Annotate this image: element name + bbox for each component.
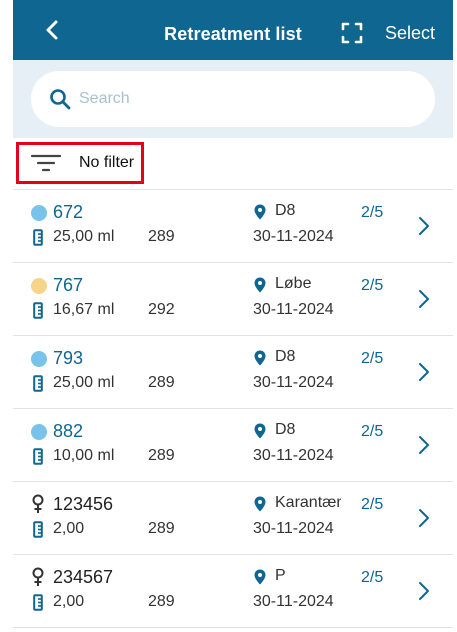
location-label: Løbe xyxy=(275,275,312,292)
filter-icon xyxy=(31,154,61,172)
treatment-code: 289 xyxy=(148,520,175,537)
animal-number: 234567 xyxy=(53,567,114,587)
treatment-date: 30-11-2024 xyxy=(253,228,334,245)
list-item[interactable]: 123456 2,00 289 Karantæne 30-11-2024 2/5 xyxy=(13,482,453,555)
location-label: Karantæne xyxy=(275,494,341,511)
syringe-icon xyxy=(33,229,43,246)
location-label: D8 xyxy=(275,348,296,365)
treatment-progress: 2/5 xyxy=(361,350,384,367)
search-box[interactable] xyxy=(31,71,435,127)
syringe-icon xyxy=(33,302,43,319)
treatment-progress: 2/5 xyxy=(361,496,384,513)
chevron-right-icon xyxy=(419,217,429,235)
dose-volume: 2,00 xyxy=(53,520,85,537)
location-pin-icon xyxy=(254,277,266,293)
syringe-icon xyxy=(33,594,43,611)
list-item[interactable]: 793 25,00 ml 289 D8 30-11-2024 2/5 xyxy=(13,336,453,409)
location-pin-icon xyxy=(254,204,266,220)
syringe-icon xyxy=(33,521,43,538)
treatment-date: 30-11-2024 xyxy=(253,374,334,391)
chevron-right-icon xyxy=(419,363,429,381)
location-pin-icon xyxy=(254,496,266,512)
syringe-icon xyxy=(33,448,43,465)
list-item[interactable]: 767 16,67 ml 292 Løbe 30-11-2024 2/5 xyxy=(13,263,453,336)
treatment-progress: 2/5 xyxy=(361,423,384,440)
animal-number: 767 xyxy=(53,275,84,295)
dose-volume: 16,67 ml xyxy=(53,301,115,318)
app-screen: Retreatment list Select No filter xyxy=(13,0,453,632)
animal-number: 672 xyxy=(53,202,84,222)
treatment-code: 289 xyxy=(148,374,175,391)
treatment-date: 30-11-2024 xyxy=(253,593,334,610)
nav-header: Retreatment list Select xyxy=(13,0,453,60)
chevron-right-icon xyxy=(419,290,429,308)
treatment-progress: 2/5 xyxy=(361,569,384,586)
status-dot xyxy=(31,424,47,440)
select-label: Select xyxy=(384,22,435,43)
female-icon xyxy=(31,494,45,514)
treatment-code: 289 xyxy=(148,228,175,245)
retreatment-list: 672 25,00 ml 289 D8 30-11-2024 2/5 767 1… xyxy=(13,190,453,628)
chevron-right-icon xyxy=(419,436,429,454)
filter-bar: No filter xyxy=(13,138,453,190)
list-item[interactable]: 882 10,00 ml 289 D8 30-11-2024 2/5 xyxy=(13,409,453,482)
list-item[interactable]: 234567 2,00 289 P 30-11-2024 2/5 xyxy=(13,555,453,628)
location-label: P xyxy=(275,567,286,584)
search-input[interactable] xyxy=(79,90,379,108)
location-pin-icon xyxy=(254,423,266,439)
location-pin-icon xyxy=(254,569,266,585)
animal-number: 123456 xyxy=(53,494,114,514)
location-pin-icon xyxy=(254,350,266,366)
dose-volume: 25,00 ml xyxy=(53,228,115,245)
treatment-date: 30-11-2024 xyxy=(253,301,334,318)
treatment-date: 30-11-2024 xyxy=(253,447,334,464)
animal-number: 882 xyxy=(53,421,84,441)
location-label: D8 xyxy=(275,421,296,438)
status-dot xyxy=(31,351,47,367)
treatment-progress: 2/5 xyxy=(361,277,384,294)
dose-volume: 25,00 ml xyxy=(53,374,115,391)
treatment-code: 289 xyxy=(148,447,175,464)
treatment-code: 292 xyxy=(148,301,175,318)
chevron-right-icon xyxy=(419,509,429,527)
animal-number: 793 xyxy=(53,348,84,368)
dose-volume: 2,00 xyxy=(53,593,85,610)
status-dot xyxy=(31,205,47,221)
search-icon xyxy=(50,89,71,110)
dose-volume: 10,00 ml xyxy=(53,447,115,464)
list-item[interactable]: 672 25,00 ml 289 D8 30-11-2024 2/5 xyxy=(13,190,453,263)
filter-label: No filter xyxy=(79,154,135,171)
treatment-code: 289 xyxy=(148,593,175,610)
scan-frame-icon xyxy=(341,22,363,44)
female-icon xyxy=(31,567,45,587)
location-label: D8 xyxy=(275,202,296,219)
treatment-date: 30-11-2024 xyxy=(253,520,334,537)
treatment-progress: 2/5 xyxy=(361,204,384,221)
filter-button[interactable]: No filter xyxy=(16,142,144,184)
status-dot xyxy=(31,278,47,294)
syringe-icon xyxy=(33,375,43,392)
search-area xyxy=(13,60,453,138)
select-button[interactable]: Select xyxy=(341,22,435,44)
chevron-right-icon xyxy=(419,582,429,600)
